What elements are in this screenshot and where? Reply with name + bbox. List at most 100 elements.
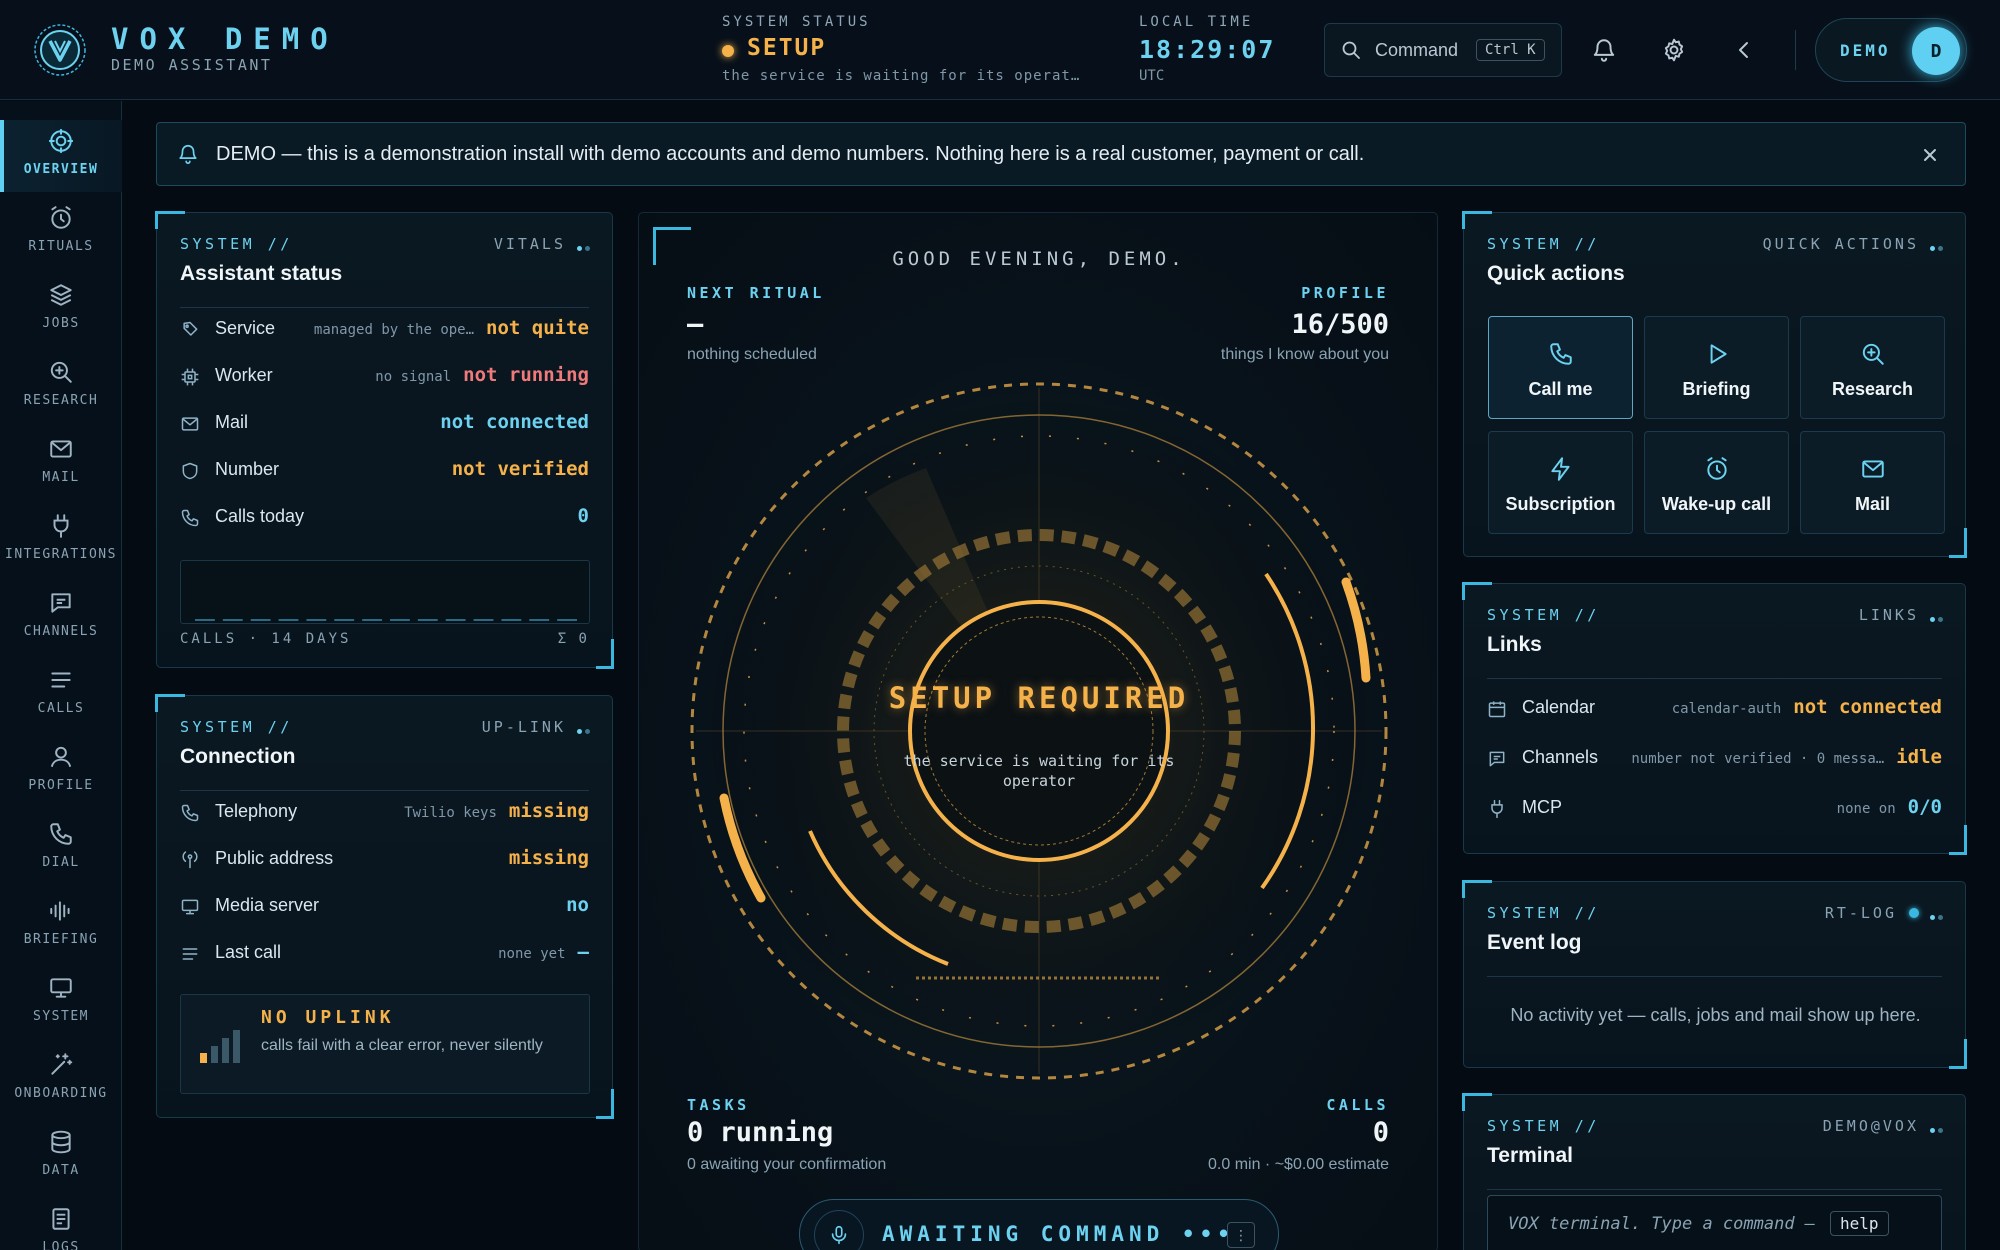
- sidebar-item-label: SYSTEM: [33, 1009, 89, 1024]
- user-menu-button[interactable]: DEMO D: [1815, 18, 1967, 82]
- panel-kicker: SYSTEM //: [1487, 1117, 1600, 1135]
- sparkline-bar: [501, 619, 522, 621]
- status-value: not connected: [1793, 696, 1942, 718]
- voice-command-button[interactable]: AWAITING COMMAND ••• ⋮: [799, 1199, 1279, 1250]
- sparkline-bar: [362, 619, 382, 621]
- sidebar-item-dial[interactable]: DIAL: [0, 813, 122, 885]
- panel-title: Links: [1487, 633, 1542, 656]
- status-row-service: Service managed by the ope… not quite: [180, 315, 589, 345]
- sparkline-bar: [250, 619, 271, 621]
- sparkline-bar: [557, 619, 577, 621]
- panel-title: Connection: [180, 745, 296, 768]
- lightning-icon: [1548, 454, 1574, 484]
- research-button[interactable]: Research: [1800, 316, 1945, 419]
- sidebar-item-label: DIAL: [42, 855, 80, 870]
- terminal-help-chip[interactable]: help: [1830, 1211, 1889, 1236]
- command-shortcut: Ctrl K: [1476, 39, 1545, 61]
- avatar: D: [1912, 27, 1960, 75]
- panel-tag: RT-LOG: [1824, 904, 1897, 922]
- assistant-status-panel: SYSTEM // VITALS Assistant status Servic…: [155, 211, 614, 669]
- status-row-number: Number not verified: [180, 456, 589, 486]
- sidebar-item-research[interactable]: RESEARCH: [0, 351, 122, 423]
- call-me-button[interactable]: Call me: [1488, 316, 1633, 419]
- sidebar-item-integrations[interactable]: INTEGRATIONS: [0, 505, 122, 577]
- sparkline-bar: [334, 619, 355, 621]
- file-text-icon: [48, 1204, 74, 1234]
- top-bar: VOX DEMO DEMO ASSISTANT SYSTEM STATUS SE…: [0, 0, 2000, 100]
- sidebar-item-system[interactable]: SYSTEM: [0, 967, 122, 1039]
- sidebar-item-label: DATA: [42, 1163, 80, 1178]
- connection-panel: SYSTEM // UP-LINK Connection Telephony T…: [155, 694, 614, 1119]
- sidebar-item-calls[interactable]: CALLS: [0, 659, 122, 731]
- user-icon: [48, 742, 74, 772]
- mail-button[interactable]: Mail: [1800, 431, 1945, 534]
- subscription-button[interactable]: Subscription: [1488, 431, 1633, 534]
- demo-banner: DEMO — this is a demonstration install w…: [156, 122, 1966, 186]
- tasks-label: TASKS: [687, 1096, 750, 1114]
- status-value: not connected: [440, 411, 589, 433]
- live-indicator-dot: [1909, 908, 1919, 918]
- sidebar-item-rituals[interactable]: RITUALS: [0, 197, 122, 269]
- briefing-button[interactable]: Briefing: [1644, 316, 1789, 419]
- sidebar-item-mail[interactable]: MAIL: [0, 428, 122, 500]
- sidebar-item-channels[interactable]: CHANNELS: [0, 582, 122, 654]
- panel-kicker: SYSTEM //: [180, 718, 293, 736]
- sidebar-item-jobs[interactable]: JOBS: [0, 274, 122, 346]
- mail-icon: [48, 434, 74, 464]
- no-uplink-title: NO UPLINK: [261, 1007, 395, 1028]
- sidebar-item-label: CHANNELS: [23, 624, 99, 639]
- hud-title: SETUP REQUIRED: [888, 681, 1190, 715]
- sidebar-item-overview[interactable]: OVERVIEW: [0, 120, 122, 192]
- sidebar-item-profile[interactable]: PROFILE: [0, 736, 122, 808]
- panel-tag: VITALS: [493, 235, 566, 253]
- sidebar-item-logs[interactable]: LOGS: [0, 1198, 122, 1250]
- wake-up-call-button[interactable]: Wake-up call: [1644, 431, 1789, 534]
- close-icon: [1924, 149, 1936, 161]
- waveform-icon: [48, 896, 74, 926]
- system-status-label: SYSTEM STATUS: [722, 14, 871, 30]
- collapse-button[interactable]: [1724, 30, 1764, 70]
- tasks-sub: 0 awaiting your confirmation: [687, 1156, 887, 1173]
- bell-icon: [179, 145, 197, 164]
- sidebar-item-onboarding[interactable]: ONBOARDING: [0, 1044, 122, 1116]
- panel-kicker: SYSTEM //: [1487, 235, 1600, 253]
- panel-tag: LINKS: [1858, 606, 1919, 624]
- signal-bars-icon: [200, 1030, 240, 1063]
- link-row-mcp[interactable]: MCP none on 0/0: [1487, 794, 1942, 824]
- panel-title: Quick actions: [1487, 262, 1625, 285]
- connection-row-telephony: Telephony Twilio keys missing: [180, 798, 589, 828]
- calls-label: CALLS: [1326, 1096, 1389, 1114]
- sidebar-item-label: LOGS: [42, 1240, 80, 1250]
- sidebar-item-briefing[interactable]: BRIEFING: [0, 890, 122, 962]
- sidebar-item-label: CALLS: [37, 701, 85, 716]
- settings-button[interactable]: [1654, 30, 1694, 70]
- banner-close-button[interactable]: [1915, 140, 1945, 170]
- panel-dots-icon: [1927, 907, 1943, 925]
- panel-tag: UP-LINK: [481, 718, 566, 736]
- terminal-input[interactable]: VOX terminal. Type a command — help: [1487, 1195, 1942, 1250]
- profile-value: 16/500: [1291, 309, 1389, 340]
- status-row-mail: Mail not connected: [180, 409, 589, 439]
- link-row-calendar[interactable]: Calendar calendar-auth not connected: [1487, 694, 1942, 724]
- sidebar-item-label: JOBS: [42, 316, 80, 331]
- banner-text: DEMO — this is a demonstration install w…: [216, 143, 1365, 165]
- panel-dots-icon: [1927, 1120, 1943, 1138]
- hud-subtitle: the service is waiting for its operator: [903, 752, 1175, 790]
- command-menu-button[interactable]: ⋮: [1227, 1222, 1255, 1248]
- command-palette-button[interactable]: Command Ctrl K: [1324, 23, 1562, 77]
- sparkline-bar: [473, 619, 494, 621]
- phone-icon: [1548, 339, 1574, 369]
- link-row-channels[interactable]: Channels number not verified · 0 messa… i…: [1487, 744, 1942, 774]
- profile-label: PROFILE: [1301, 284, 1389, 302]
- cpu-icon: [181, 368, 199, 386]
- sidebar-item-label: OVERVIEW: [23, 162, 99, 177]
- local-time-value: 18:29:07: [1139, 35, 1276, 64]
- local-time-label: LOCAL TIME: [1139, 14, 1254, 30]
- notifications-button[interactable]: [1584, 30, 1624, 70]
- status-value: not running: [463, 364, 589, 386]
- sidebar-item-data[interactable]: DATA: [0, 1121, 122, 1193]
- event-log-empty: No activity yet — calls, jobs and mail s…: [1510, 1005, 1921, 1025]
- brand-title: VOX DEMO: [111, 22, 339, 56]
- antenna-icon: [182, 851, 198, 869]
- panel-tag: QUICK ACTIONS: [1762, 235, 1919, 253]
